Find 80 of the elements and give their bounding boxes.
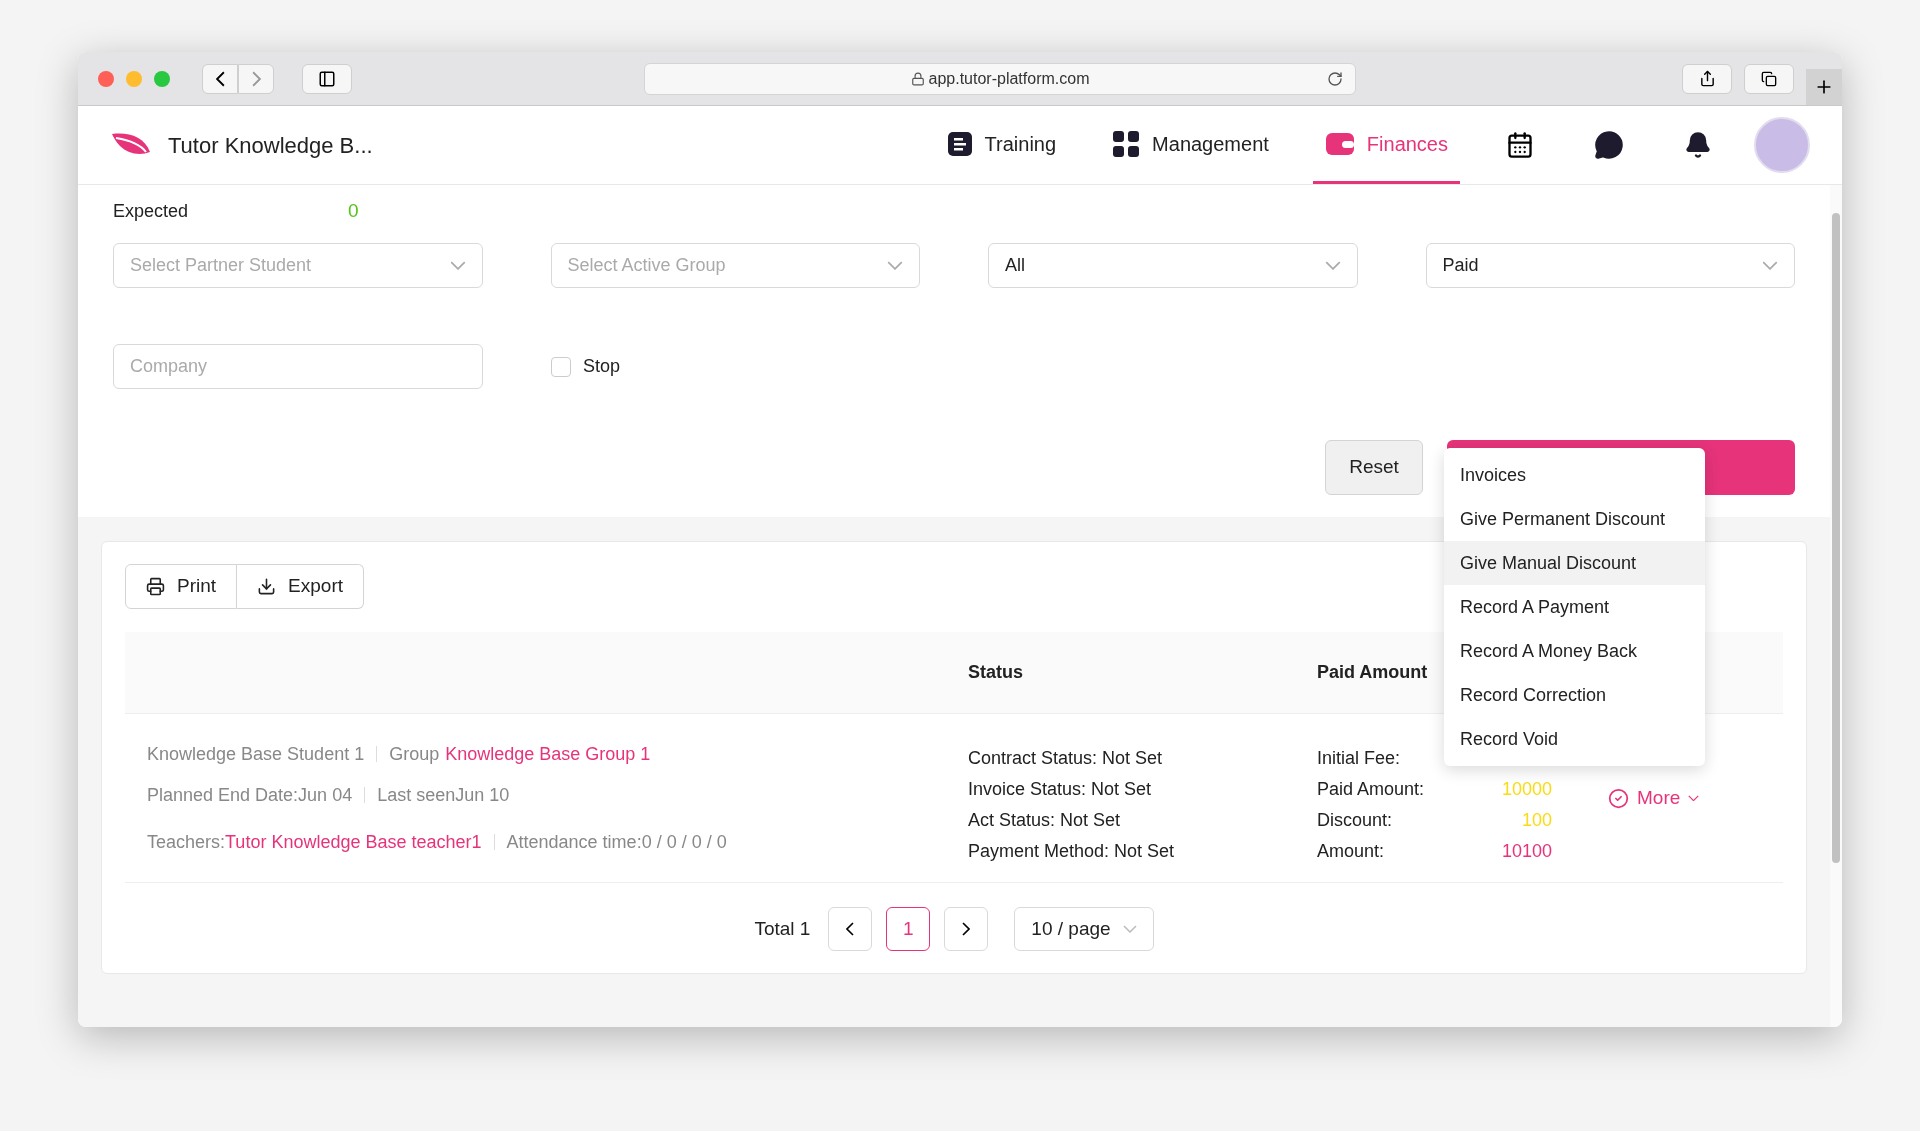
status-text: Act Status: Not Set — [968, 808, 1122, 831]
amount-value: 100 — [1521, 808, 1552, 831]
notification-icon[interactable] — [1684, 131, 1712, 159]
download-icon — [257, 577, 277, 596]
student-name: Knowledge Base Student 1 — [147, 742, 365, 766]
share-icon — [1698, 70, 1716, 87]
amount-label: Paid Amount: — [1317, 777, 1425, 800]
back-button[interactable] — [202, 63, 238, 94]
chevron-left-icon — [215, 70, 225, 87]
chevron-down-icon — [1762, 261, 1778, 270]
export-button[interactable]: Export — [237, 564, 364, 609]
scrollbar-thumb[interactable] — [1832, 213, 1840, 863]
menu-item[interactable]: Record Correction — [1444, 673, 1705, 717]
url-text: app.tutor-platform.com — [928, 68, 1090, 89]
sidebar-button[interactable] — [302, 63, 352, 94]
app-title: Tutor Knowledge B... — [168, 131, 373, 160]
status-text: Payment Method: Not Set — [968, 839, 1176, 862]
printer-icon — [146, 577, 165, 596]
reload-icon — [1327, 70, 1343, 87]
menu-item[interactable]: Record Void — [1444, 717, 1705, 761]
previous-page-button[interactable] — [828, 907, 873, 951]
tabs-button[interactable] — [1744, 63, 1794, 94]
amount-label: Initial Fee: — [1317, 746, 1401, 769]
print-button[interactable]: Print — [125, 564, 238, 609]
menu-item[interactable]: Record A Payment — [1444, 585, 1705, 629]
select-field[interactable]: Paid — [1425, 243, 1795, 288]
last-seen: Last seenJun 10 — [377, 783, 510, 807]
page-size-select[interactable]: 10 / page — [1014, 907, 1154, 951]
more-button[interactable]: More — [1608, 783, 1700, 813]
reset-button[interactable]: Reset — [1325, 440, 1423, 495]
menu-item[interactable]: Give Manual Discount — [1444, 541, 1705, 585]
share-button[interactable] — [1682, 63, 1732, 94]
teachers-label: Teachers: — [147, 830, 226, 854]
notes-icon — [946, 130, 973, 157]
stop-label: Stop — [583, 355, 621, 378]
amount-label: Discount: — [1317, 808, 1393, 831]
menu-item[interactable]: Invoices — [1444, 453, 1705, 497]
chat-icon[interactable] — [1594, 130, 1624, 160]
chevron-down-icon — [887, 261, 903, 270]
chevron-down-icon — [1688, 794, 1700, 802]
company-field[interactable]: Company — [113, 344, 483, 389]
chevron-down-icon — [1324, 261, 1341, 270]
sidebar-icon — [318, 69, 336, 88]
new-tab-button[interactable] — [1806, 68, 1842, 105]
attendance-time: Attendance time:0 / 0 / 0 / 0 — [506, 830, 727, 854]
chevron-left-icon — [846, 922, 855, 936]
column-header: Status — [968, 661, 1024, 684]
amount-value: 10100 — [1501, 839, 1552, 862]
menu-item[interactable]: Record A Money Back — [1444, 629, 1705, 673]
group-label: Group — [389, 742, 440, 766]
planned-end-date: Planned End Date:Jun 04 — [147, 783, 353, 807]
select-field[interactable]: All — [988, 243, 1358, 288]
nav-tab[interactable]: Training — [934, 106, 1069, 184]
calendar-icon[interactable] — [1506, 131, 1534, 159]
expected-value: 0 — [348, 198, 359, 223]
teacher-link[interactable]: Tutor Knowledge Base teacher1 — [225, 828, 482, 856]
amount-value: 10000 — [1501, 777, 1552, 800]
lock-icon — [910, 71, 925, 86]
menu-item[interactable]: Give Permanent Discount — [1444, 497, 1705, 541]
page-button[interactable]: 1 — [886, 907, 931, 951]
group-link[interactable]: Knowledge Base Group 1 — [445, 740, 651, 768]
expected-label: Expected — [113, 199, 190, 223]
wallet-icon — [1324, 130, 1355, 157]
chevron-right-icon — [962, 922, 971, 936]
amount-label: Amount: — [1317, 839, 1385, 862]
chevron-down-icon — [449, 261, 466, 270]
chevron-right-icon — [251, 70, 261, 87]
address-bar[interactable]: app.tutor-platform.com — [644, 62, 1356, 95]
status-text: Invoice Status: Not Set — [968, 777, 1153, 800]
stop-checkbox[interactable] — [551, 356, 571, 377]
check-circle-icon — [1608, 787, 1629, 809]
tabs-icon — [1761, 70, 1777, 87]
column-header: Paid Amount — [1317, 661, 1428, 684]
chevron-down-icon — [1122, 925, 1137, 933]
total-count: Total 1 — [754, 916, 811, 941]
status-text: Contract Status: Not Set — [968, 746, 1164, 769]
nav-tab[interactable]: Management — [1100, 106, 1281, 184]
avatar[interactable] — [1754, 117, 1810, 173]
next-page-button[interactable] — [944, 907, 989, 951]
grid-icon — [1112, 129, 1141, 158]
